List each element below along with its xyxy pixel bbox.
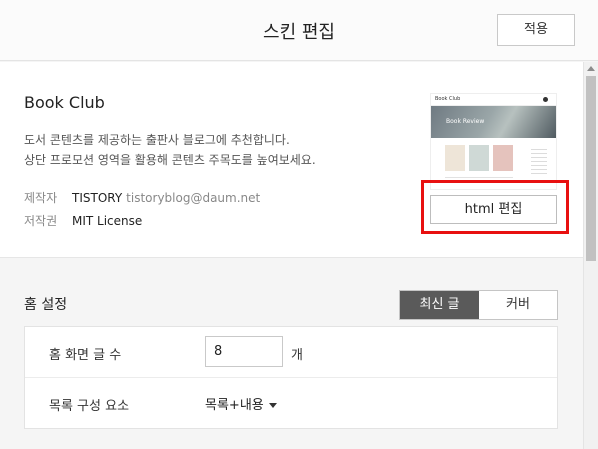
license-value: MIT License [72, 214, 143, 228]
thumbnail-post-card [445, 145, 465, 171]
composition-select[interactable]: 목록+내용 [205, 394, 277, 413]
home-settings-panel: 홈 화면 글 수 개 목록 구성 요소 목록+내용 [24, 326, 558, 429]
thumbnail-sidebar [531, 146, 547, 174]
thumbnail-divider [445, 177, 513, 178]
license-row: 저작권 MIT License [24, 212, 142, 229]
maker-label: 제작자 [24, 191, 58, 205]
skin-description-line: 도서 콘텐츠를 제공하는 출판사 블로그에 추천합니다. [24, 133, 290, 147]
apply-button[interactable]: 적용 [497, 14, 575, 46]
thumbnail-menu-icon [543, 97, 548, 102]
skin-thumbnail: Book Club Book Review [430, 93, 557, 190]
license-label: 저작권 [24, 214, 58, 228]
maker-row: 제작자 TISTORY tistoryblog@daum.net [24, 189, 260, 206]
composition-value: 목록+내용 [205, 398, 264, 413]
thumbnail-post-card [493, 145, 513, 171]
post-count-input[interactable] [205, 336, 283, 367]
post-count-label: 홈 화면 글 수 [49, 348, 122, 363]
content-area: Book Club 도서 콘텐츠를 제공하는 출판사 블로그에 추천합니다. 상… [0, 62, 583, 449]
thumbnail-post-card [469, 145, 489, 171]
composition-row: 목록 구성 요소 목록+내용 [25, 378, 557, 429]
skin-name: Book Club [24, 93, 105, 112]
skin-description: 도서 콘텐츠를 제공하는 출판사 블로그에 추천합니다. 상단 프로모션 영역을… [24, 130, 384, 170]
chevron-down-icon [268, 403, 277, 408]
top-header: 스킨 편집 적용 [0, 0, 598, 61]
composition-label: 목록 구성 요소 [49, 399, 130, 414]
thumbnail-hero-text: Book Review [446, 118, 485, 125]
skin-description-line: 상단 프로모션 영역을 활용해 콘텐츠 주목도를 높여보세요. [24, 153, 316, 167]
home-settings-title: 홈 설정 [24, 297, 68, 313]
html-edit-button[interactable]: html 편집 [430, 195, 557, 224]
scrollbar-thumb[interactable] [586, 76, 596, 261]
tab-recent-posts[interactable]: 최신 글 [400, 291, 479, 319]
home-type-toggle: 최신 글 커버 [399, 290, 558, 320]
post-count-unit: 개 [291, 348, 303, 363]
thumbnail-logo: Book Club [435, 96, 461, 102]
maker-name: TISTORY [72, 191, 123, 205]
maker-email: tistoryblog@daum.net [126, 191, 261, 205]
vertical-scrollbar[interactable] [583, 62, 598, 449]
post-count-row: 홈 화면 글 수 개 [25, 327, 557, 378]
skin-info-card: Book Club 도서 콘텐츠를 제공하는 출판사 블로그에 추천합니다. 상… [0, 62, 583, 258]
tab-cover[interactable]: 커버 [479, 291, 557, 319]
scroll-up-arrow-icon[interactable] [587, 66, 595, 71]
